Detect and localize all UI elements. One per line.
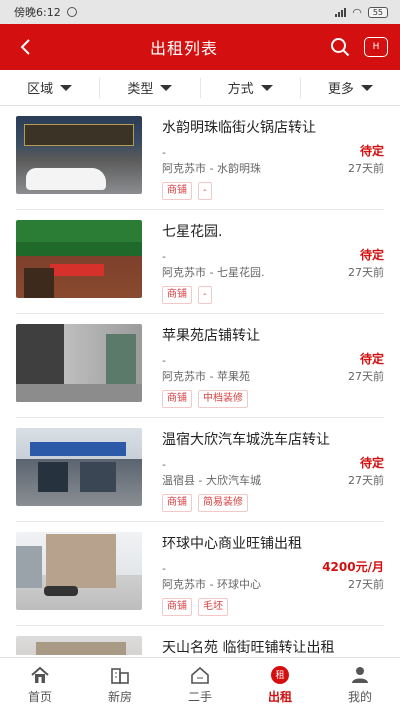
status-bar: 傍晚6:12 ◠ 55 <box>0 0 400 24</box>
listing-age: 27天前 <box>348 474 384 487</box>
caret-down-icon <box>60 84 73 91</box>
listing-list: 水韵明珠临街火锅店转让 - 待定 阿克苏市 - 水韵明珠 27天前 商铺 - 七… <box>0 106 400 655</box>
listing-item[interactable]: 水韵明珠临街火锅店转让 - 待定 阿克苏市 - 水韵明珠 27天前 商铺 - <box>16 106 384 210</box>
chevron-left-icon <box>20 39 30 55</box>
listing-price: 待定 <box>359 352 384 366</box>
listing-photo <box>16 220 142 298</box>
caret-down-icon <box>160 84 173 91</box>
tab-label: 新房 <box>107 689 132 704</box>
filter-mode[interactable]: 方式 <box>201 77 301 98</box>
listing-tag: 简易装修 <box>198 494 248 512</box>
user-icon <box>352 666 368 683</box>
filter-label: 类型 <box>127 82 154 97</box>
listing-title: 温宿大欣汽车城洗车店转让 <box>162 432 330 448</box>
alarm-icon <box>66 7 77 17</box>
listing-location: 阿克苏市 - 水韵明珠 <box>162 162 261 175</box>
listing-tag: 商铺 <box>162 390 192 408</box>
tab-label: 二手 <box>187 689 212 704</box>
listing-price: 待定 <box>359 456 384 470</box>
tab-new-homes[interactable]: 新房 <box>80 658 160 711</box>
page-title: 出租列表 <box>149 39 218 58</box>
filter-more[interactable]: 更多 <box>301 78 400 98</box>
signal-icon <box>335 7 347 17</box>
bottom-tab-bar: 首页 新房 二手 租 出租 我的 <box>0 657 400 711</box>
listing-photo <box>16 636 142 655</box>
listing-tag: - <box>198 286 212 304</box>
building-icon <box>111 667 129 684</box>
filter-label: 区域 <box>27 82 54 97</box>
tab-label: 我的 <box>347 689 372 704</box>
battery-icon: 55 <box>367 6 388 18</box>
listing-item[interactable]: 天山名苑 临街旺铺转让出租 <box>16 626 384 655</box>
filter-type[interactable]: 类型 <box>100 77 201 98</box>
status-time: 傍晚6:12 <box>14 6 61 19</box>
listing-tag: 商铺 <box>162 182 192 200</box>
listing-title: 水韵明珠临街火锅店转让 <box>162 120 316 136</box>
listing-tag: 商铺 <box>162 286 192 304</box>
tab-second-hand[interactable]: 二手 <box>160 658 240 711</box>
listing-subtitle: - <box>162 458 166 471</box>
caret-down-icon <box>260 84 273 91</box>
search-icon[interactable] <box>330 37 350 57</box>
listing-title: 环球中心商业旺铺出租 <box>162 536 302 552</box>
listing-title: 七星花园. <box>162 224 223 240</box>
listing-subtitle: - <box>162 250 166 263</box>
listing-item[interactable]: 七星花园. - 待定 阿克苏市 - 七星花园. 27天前 商铺 - <box>16 210 384 314</box>
listing-location: 阿克苏市 - 七星花园. <box>162 266 265 279</box>
listing-price: 待定 <box>359 248 384 262</box>
listing-tag: 中档装修 <box>198 390 248 408</box>
caret-down-icon <box>360 84 373 91</box>
filter-label: 更多 <box>327 82 354 97</box>
listing-item[interactable]: 环球中心商业旺铺出租 - 4200元/月 阿克苏市 - 环球中心 27天前 商铺… <box>16 522 384 626</box>
tab-profile[interactable]: 我的 <box>320 658 400 711</box>
wifi-icon: ◠ <box>352 5 362 19</box>
listing-subtitle: - <box>162 354 166 367</box>
listing-age: 27天前 <box>348 578 384 591</box>
listing-photo <box>16 324 142 402</box>
listing-age: 27天前 <box>348 370 384 383</box>
listing-tag: 毛坯 <box>198 598 228 616</box>
listing-photo <box>16 116 142 194</box>
listing-location: 温宿县 - 大欣汽车城 <box>162 474 261 487</box>
listing-location: 阿克苏市 - 环球中心 <box>162 578 261 591</box>
listing-item[interactable]: 苹果苑店铺转让 - 待定 阿克苏市 - 苹果苑 27天前 商铺 中档装修 <box>16 314 384 418</box>
app-header: 出租列表 H <box>0 24 400 70</box>
home-icon-button[interactable]: H <box>363 37 388 57</box>
tab-label: 首页 <box>27 689 52 704</box>
listing-tag: 商铺 <box>162 598 192 616</box>
rent-icon: 租 <box>271 665 289 684</box>
listing-photo <box>16 428 142 506</box>
listing-subtitle: - <box>162 562 166 575</box>
listing-tag: 商铺 <box>162 494 192 512</box>
listing-title: 天山名苑 临街旺铺转让出租 <box>162 640 335 655</box>
listing-title: 苹果苑店铺转让 <box>162 328 260 344</box>
back-button[interactable] <box>12 32 38 62</box>
home-icon <box>31 666 49 683</box>
tab-home[interactable]: 首页 <box>0 658 80 711</box>
listing-subtitle: - <box>162 146 166 159</box>
listing-tag: - <box>198 182 212 200</box>
listing-price: 4200元/月 <box>322 560 384 574</box>
filter-area[interactable]: 区域 <box>0 77 101 98</box>
listing-age: 27天前 <box>348 162 384 175</box>
listing-photo <box>16 532 142 610</box>
listing-location: 阿克苏市 - 苹果苑 <box>162 370 250 383</box>
listing-item[interactable]: 温宿大欣汽车城洗车店转让 - 待定 温宿县 - 大欣汽车城 27天前 商铺 简易… <box>16 418 384 522</box>
tab-label: 出租 <box>267 689 292 704</box>
filter-label: 方式 <box>227 82 254 97</box>
tab-rent[interactable]: 租 出租 <box>240 658 320 711</box>
filter-bar: 区域 类型 方式 更多 <box>0 70 400 106</box>
listing-age: 27天前 <box>348 266 384 279</box>
listing-price: 待定 <box>359 144 384 158</box>
house-icon <box>191 666 209 684</box>
